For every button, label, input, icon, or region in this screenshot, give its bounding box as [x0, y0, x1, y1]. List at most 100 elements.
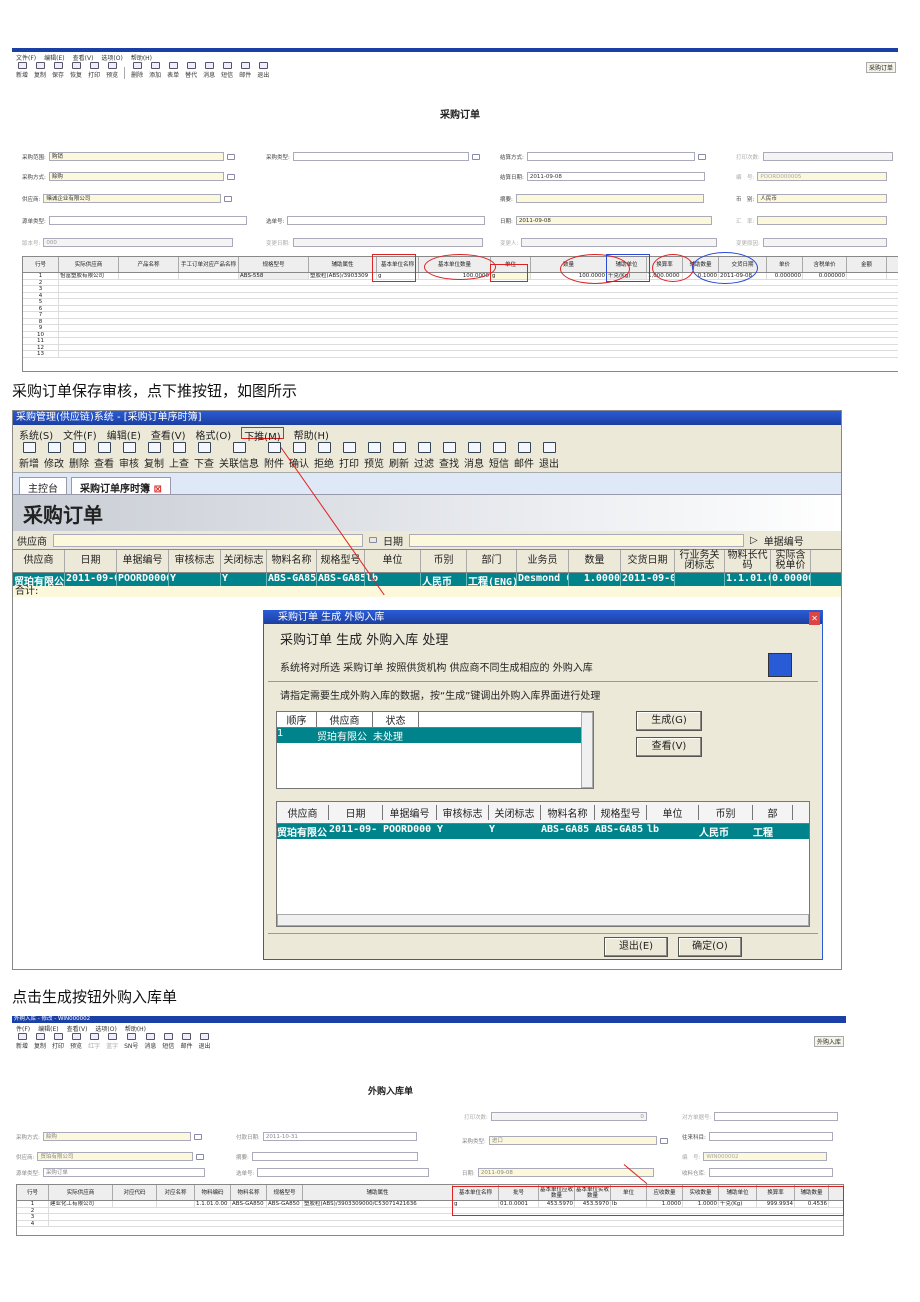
supplier-field[interactable]: 贸珀有限公司: [37, 1152, 194, 1161]
form-button[interactable]: 表单: [167, 62, 179, 79]
message-button[interactable]: 消息: [464, 442, 484, 470]
copy-button[interactable]: 复制: [144, 442, 164, 470]
print-button[interactable]: 打印: [52, 1033, 64, 1050]
summary-field[interactable]: [251, 1152, 418, 1161]
view-button[interactable]: 查看: [94, 442, 114, 470]
menu-item[interactable]: 帮助(H): [294, 427, 329, 442]
dropdown-icon[interactable]: [226, 173, 235, 180]
currency-field[interactable]: 人民币: [757, 194, 888, 203]
dropdown-icon[interactable]: [659, 1137, 668, 1144]
counter-bill-field[interactable]: [714, 1112, 839, 1121]
trace-down-button[interactable]: 下查: [194, 442, 214, 470]
message-button[interactable]: 消息: [203, 62, 215, 79]
menu-item[interactable]: 编辑(E): [107, 427, 141, 442]
sms-button[interactable]: 短信: [221, 62, 233, 79]
add-button[interactable]: 添加: [149, 62, 161, 79]
detail-grid[interactable]: 供应商 日期 单据编号 审核标志 关闭标志 物料名称 规格型号 单位 币别 部 …: [276, 801, 810, 927]
reject-button[interactable]: 拒绝: [314, 442, 334, 470]
vertical-scrollbar[interactable]: [581, 712, 593, 788]
exit-button[interactable]: 退出(E): [604, 937, 668, 957]
date-field[interactable]: 2011-09-08: [477, 1168, 654, 1177]
select-bill-field[interactable]: [287, 216, 486, 225]
purchase-range-field[interactable]: 购销: [48, 152, 224, 161]
list-item[interactable]: 1 贸珀有限公 未处理: [277, 728, 593, 743]
copy-button[interactable]: 复制: [34, 1033, 46, 1050]
menu-item-push-down[interactable]: 下推(M): [241, 427, 284, 443]
related-info-button[interactable]: 关联信息: [219, 442, 259, 470]
horizontal-scrollbar[interactable]: [277, 914, 809, 926]
menu-item[interactable]: 文件(F): [63, 427, 97, 442]
payment-date-field[interactable]: 2011-10-31: [262, 1132, 417, 1141]
delete-button[interactable]: 删除: [131, 62, 143, 79]
mail-button[interactable]: 邮件: [180, 1033, 192, 1050]
exchange-rate-field[interactable]: [757, 216, 888, 225]
print-button[interactable]: 打印: [88, 62, 100, 79]
new-button[interactable]: 新增: [19, 442, 39, 470]
copy-button[interactable]: 复制: [34, 62, 46, 79]
menu-item[interactable]: 编辑(E): [38, 1024, 58, 1033]
audit-button[interactable]: 审核: [119, 442, 139, 470]
sms-button[interactable]: 短信: [489, 442, 509, 470]
filter-button[interactable]: 过滤: [414, 442, 434, 470]
find-button[interactable]: 查找: [439, 442, 459, 470]
menu-item[interactable]: 格式(O): [196, 427, 232, 442]
purchase-method-field[interactable]: 赊购: [42, 1132, 191, 1141]
purchase-type-field[interactable]: [292, 152, 469, 161]
menu-item[interactable]: 帮助(H): [125, 1024, 146, 1033]
view-button[interactable]: 查看(V): [636, 737, 702, 757]
mail-button[interactable]: 邮件: [514, 442, 534, 470]
select-bill-field[interactable]: [257, 1168, 430, 1177]
supplier-field[interactable]: 赌诚企业有限公司: [43, 194, 222, 203]
warehouse-field[interactable]: [708, 1168, 833, 1177]
menu-item[interactable]: 件(F): [16, 1024, 30, 1033]
menu-item[interactable]: 查看(V): [67, 1024, 88, 1033]
table-row-selected[interactable]: 贸珀有限公 2011-09- POORD000 Y Y ABS-GA85 ABS…: [277, 824, 809, 839]
menu-item[interactable]: 选项(O): [95, 1024, 116, 1033]
purchase-type-field[interactable]: 进口: [488, 1136, 657, 1145]
bill-number-field[interactable]: POORD000005: [757, 172, 888, 181]
dropdown-icon[interactable]: [369, 537, 377, 543]
date-filter-input[interactable]: [409, 533, 744, 547]
ok-button[interactable]: 确定(O): [678, 937, 742, 957]
dropdown-icon[interactable]: [196, 1153, 205, 1160]
table-row[interactable]: 13: [23, 351, 898, 358]
date-field[interactable]: 2011-09-08: [515, 216, 712, 225]
exit-button[interactable]: 退出: [198, 1033, 210, 1050]
blue-button[interactable]: 蓝字: [106, 1033, 118, 1050]
dropdown-icon[interactable]: [193, 1133, 202, 1140]
settlement-method-field[interactable]: [526, 152, 695, 161]
source-type-field[interactable]: [48, 216, 247, 225]
purchase-method-field[interactable]: 赊购: [48, 172, 224, 181]
expand-icon[interactable]: ▷: [750, 535, 758, 546]
supplier-list[interactable]: 顺序 供应商 状态 1 贸珀有限公 未处理: [276, 711, 594, 789]
mail-button[interactable]: 邮件: [239, 62, 251, 79]
menu-item[interactable]: 选项(O): [101, 53, 122, 62]
preview-button[interactable]: 预览: [70, 1033, 82, 1050]
print-button[interactable]: 打印: [339, 442, 359, 470]
new-button[interactable]: 新增: [16, 62, 28, 79]
table-row[interactable]: 4: [17, 1220, 843, 1227]
message-button[interactable]: 消息: [144, 1033, 156, 1050]
menu-item[interactable]: 系统(S): [19, 427, 53, 442]
preview-button[interactable]: 预览: [364, 442, 384, 470]
settlement-date-field[interactable]: 2011-09-08: [526, 172, 705, 181]
confirm-button[interactable]: 确认: [289, 442, 309, 470]
trace-up-button[interactable]: 上查: [169, 442, 189, 470]
menu-item[interactable]: 编辑(E): [44, 53, 64, 62]
menu-item[interactable]: 帮助(H): [131, 53, 152, 62]
refresh-button[interactable]: 刷新: [389, 442, 409, 470]
menu-item[interactable]: 文件(F): [16, 53, 36, 62]
generate-button[interactable]: 生成(G): [636, 711, 702, 731]
red-button[interactable]: 红字: [88, 1033, 100, 1050]
source-type-field[interactable]: 采购订单: [42, 1168, 205, 1177]
edit-button[interactable]: 修改: [44, 442, 64, 470]
dropdown-icon[interactable]: [697, 153, 706, 160]
save-button[interactable]: 保存: [52, 62, 64, 79]
tab-purchase-order-list[interactable]: 采购订单序时簿 ⊠: [71, 477, 171, 495]
close-icon[interactable]: ✕: [809, 612, 820, 625]
sms-button[interactable]: 短信: [162, 1033, 174, 1050]
replace-button[interactable]: 替代: [185, 62, 197, 79]
supplier-filter-input[interactable]: [53, 533, 363, 547]
new-button[interactable]: 新增: [16, 1033, 28, 1050]
account-field[interactable]: [708, 1132, 833, 1141]
